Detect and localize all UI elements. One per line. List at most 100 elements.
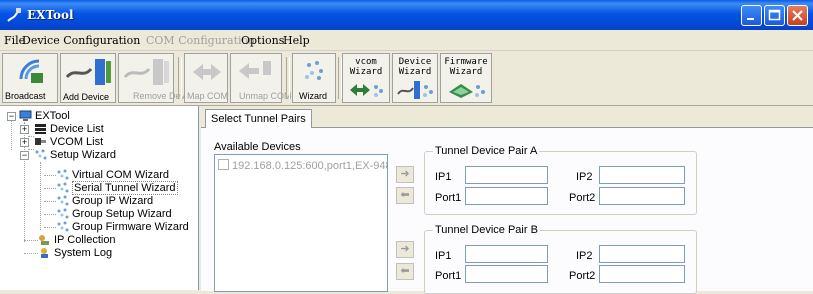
collapse-icon[interactable]: −: [20, 151, 29, 160]
firmware-wizard-button[interactable]: Firmware Wizard: [440, 53, 492, 103]
remove-from-pair-b-button[interactable]: ⬅: [396, 263, 414, 280]
ip-collection-icon: [38, 234, 51, 245]
app-icon: [7, 8, 21, 22]
wizard-button[interactable]: Wizard: [292, 53, 336, 103]
tree-item-group-firmware-wizard[interactable]: Group Firmware Wizard: [56, 221, 189, 234]
tree-root-label: EXTool: [35, 110, 70, 122]
pair-b-port2-label: Port2: [569, 270, 596, 282]
menu-help[interactable]: Help: [283, 34, 310, 47]
tree-item-ip-collection[interactable]: IP Collection: [38, 234, 116, 247]
available-devices-label: Available Devices: [214, 141, 301, 153]
unmap-com-icon: [239, 61, 271, 79]
tree-item-group-setup-wizard[interactable]: Group Setup Wizard: [56, 208, 172, 221]
add-device-icon: [65, 59, 111, 85]
menu-device-configuration[interactable]: Device Configuration: [22, 34, 140, 47]
expand-icon[interactable]: +: [20, 125, 29, 134]
add-device-label: Add Device: [63, 92, 110, 102]
pair-b-port1-field[interactable]: [465, 265, 548, 283]
collapse-icon[interactable]: −: [7, 112, 16, 121]
remove-from-pair-a-button[interactable]: ⬅: [396, 187, 414, 204]
toolbar-separator: [286, 57, 290, 99]
add-to-pair-b-button[interactable]: ➜: [396, 241, 414, 258]
tunnel-device-pair-a: Tunnel Device Pair A IP1 IP2 Port1 Port2: [424, 145, 697, 215]
pair-a-legend: Tunnel Device Pair A: [433, 145, 540, 157]
firmware-wizard-label: Firmware Wizard: [444, 57, 488, 77]
pair-a-port2-field[interactable]: [599, 187, 685, 205]
tree-item-setup-wizard[interactable]: Setup Wizard: [34, 149, 116, 162]
device-wizard-label: Device Wizard: [398, 57, 432, 77]
pair-b-ip2-label: IP2: [576, 250, 593, 262]
tree-item-vcom-list[interactable]: VCOM List: [34, 136, 103, 149]
wizard-icon: [56, 208, 69, 219]
broadcast-icon: [19, 59, 43, 83]
minimize-button[interactable]: [741, 5, 762, 26]
device-wizard-button[interactable]: Device Wizard: [392, 53, 438, 103]
menu-com-configuration[interactable]: COM Configuration: [146, 34, 255, 47]
maximize-icon: [768, 9, 781, 21]
add-device-button[interactable]: Add Device: [60, 53, 116, 103]
wizard-icon: [56, 169, 69, 180]
wizard-icon: [56, 195, 69, 206]
broadcast-label: Broadcast: [5, 91, 46, 101]
device-checkbox[interactable]: [218, 159, 229, 170]
maximize-button[interactable]: [764, 5, 785, 26]
tree-root-extool[interactable]: EXTool: [19, 110, 70, 123]
tree-item-system-log[interactable]: System Log: [38, 247, 112, 260]
computer-icon: [19, 110, 32, 121]
tunnel-device-pair-b: Tunnel Device Pair B IP1 IP2 Port1 Port2: [424, 224, 697, 294]
pair-a-ip1-field[interactable]: [465, 166, 548, 184]
pair-a-ip2-label: IP2: [576, 171, 593, 183]
remove-device-icon: [123, 59, 169, 85]
tree-item-group-ip-wizard[interactable]: Group IP Wizard: [56, 195, 153, 208]
wizard-icon: [56, 182, 69, 193]
device-wizard-icon: [397, 81, 433, 99]
pair-b-ip1-label: IP1: [435, 250, 452, 262]
tree-item-device-list[interactable]: Device List: [34, 123, 104, 136]
pair-b-legend: Tunnel Device Pair B: [433, 224, 540, 236]
wizard-icon: [305, 61, 323, 80]
system-log-icon: [38, 247, 51, 258]
tree-item-serial-tunnel-wizard[interactable]: Serial Tunnel Wizard: [56, 181, 178, 195]
map-com-icon: [193, 64, 221, 80]
pair-b-ip2-field[interactable]: [599, 245, 685, 263]
pair-b-ip1-field[interactable]: [465, 245, 548, 263]
close-icon: [792, 10, 803, 21]
wizard-label: Wizard: [299, 91, 328, 101]
device-entry-label: 192.168.0.125:600,port1,EX-9486-W: [232, 160, 387, 172]
vcom-wizard-icon: [350, 84, 383, 97]
pair-b-port2-field[interactable]: [599, 265, 685, 283]
available-devices-list[interactable]: 192.168.0.125:600,port1,EX-9486-W: [214, 154, 388, 292]
remove-device-button[interactable]: Remove Device: [118, 53, 197, 103]
pair-b-port1-label: Port1: [435, 270, 462, 282]
title-bar: EXTool: [0, 0, 813, 30]
menu-options[interactable]: Options: [241, 34, 284, 47]
close-button[interactable]: [787, 5, 808, 26]
pair-a-ip1-label: IP1: [435, 171, 452, 183]
toolbar: Broadcast Add Device Remove Device Map C…: [0, 51, 813, 106]
tab-select-tunnel-pairs[interactable]: Select Tunnel Pairs: [205, 109, 312, 128]
vcom-wizard-button[interactable]: vcom Wizard: [342, 53, 390, 103]
vcom-list-icon: [34, 136, 47, 147]
map-com-button[interactable]: Map COM: [184, 53, 228, 103]
map-com-label: Map COM: [187, 91, 229, 101]
remove-device-label: Remove Device: [133, 91, 197, 101]
expand-icon[interactable]: +: [20, 138, 29, 147]
unmap-com-button[interactable]: Unmap COM: [230, 53, 292, 103]
vcom-wizard-label: vcom Wizard: [349, 57, 383, 77]
wizard-icon: [56, 221, 69, 232]
add-to-pair-a-button[interactable]: ➜: [396, 166, 414, 183]
navigation-tree: − EXTool + Device List + VCOM List − Set…: [0, 106, 199, 290]
minimize-icon: [747, 18, 754, 20]
list-item[interactable]: 192.168.0.125:600,port1,EX-9486-W: [218, 159, 387, 172]
toolbar-separator: [178, 57, 182, 99]
pair-a-port1-field[interactable]: [465, 187, 548, 205]
pair-a-port1-label: Port1: [435, 192, 462, 204]
pair-a-ip2-field[interactable]: [599, 166, 685, 184]
unmap-com-label: Unmap COM: [239, 91, 292, 101]
firmware-wizard-icon: [449, 84, 485, 98]
wizard-icon: [34, 149, 47, 160]
pair-a-port2-label: Port2: [569, 192, 596, 204]
broadcast-button[interactable]: Broadcast: [2, 53, 58, 103]
window-title: EXTool: [27, 8, 74, 22]
menu-bar: File Device Configuration COM Configurat…: [0, 30, 813, 51]
